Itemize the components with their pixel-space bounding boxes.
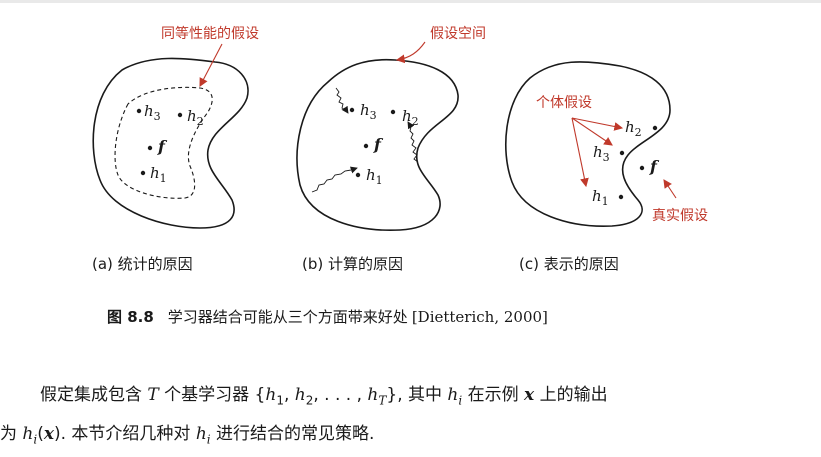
panel-b-label-h3: h3 — [360, 101, 377, 122]
body-line-2: 为 hi(x). 本节介绍几种对 hi 进行结合的常见策略. — [0, 417, 821, 456]
panel-c-label-h1: h1 — [592, 187, 609, 208]
figure-caption: 图 8.8 学习器结合可能从三个方面带来好处 [Dietterich, 2000] — [107, 306, 548, 327]
panel-c-point-f — [639, 165, 645, 171]
panel-b-annotation-arrow — [395, 41, 426, 64]
panel-b-point-h3 — [349, 107, 355, 113]
panel-c-label-h3: h3 — [593, 143, 610, 164]
panel-c-hypothesis-space — [504, 61, 671, 227]
math-symbol: h — [195, 424, 207, 445]
figure-citation: [Dietterich, 2000] — [411, 308, 548, 326]
panel-a-label-h1: h1 — [150, 164, 167, 185]
panel-c-annotation-true: 真实假设 — [652, 208, 708, 224]
panel-a: 同等性能的假设 h3 h2 f h1 (a) 统计的原因 — [92, 25, 259, 273]
panel-b-label-h2: h2 — [402, 107, 419, 128]
panel-b-search-path-h1 — [311, 166, 358, 193]
text-segment: , . . . , — [313, 385, 368, 405]
panel-a-annotation-arrow — [199, 43, 223, 87]
panel-a-label-h3: h3 — [144, 102, 161, 123]
math-symbol: h — [265, 385, 277, 405]
text-segment: , — [283, 385, 295, 405]
panel-c-point-h1 — [618, 194, 624, 200]
figure-caption-text: 学习器结合可能从三个方面带来好处 — [167, 308, 408, 326]
panel-c-arrow-true — [663, 179, 677, 199]
panel-a-hypothesis-space — [92, 57, 249, 229]
panel-b: 假设空间 h3 h2 f h1 (b) 计算的原因 — [296, 26, 486, 273]
panel-a-subcaption: (a) 统计的原因 — [92, 255, 193, 273]
panel-b-search-path-h3 — [335, 87, 349, 114]
panel-a-point-h2 — [177, 112, 183, 118]
math-symbol: x — [43, 424, 54, 445]
text-segment: 在示例 — [462, 385, 525, 405]
panel-c-label-f: f — [649, 157, 660, 176]
panel-c-point-h2 — [652, 125, 658, 131]
text-segment: 1 — [276, 393, 284, 408]
panel-c-point-h3 — [619, 150, 625, 156]
panel-c-label-h2: h2 — [625, 118, 642, 139]
panel-c: 个体假设 真实假设 h2 h3 f h1 (c) 表示的原因 — [504, 61, 708, 273]
panel-a-label-f: f — [157, 137, 168, 156]
panel-c-arrow-h1 — [571, 117, 589, 188]
math-symbol: h — [294, 385, 306, 405]
panel-b-label-h1: h1 — [366, 166, 383, 187]
panel-b-annotation: 假设空间 — [430, 26, 486, 42]
math-symbol: h — [367, 385, 379, 405]
math-symbol: h — [22, 424, 34, 445]
panel-b-point-h2 — [390, 109, 396, 115]
text-segment: ). 本节介绍几种对 — [53, 424, 196, 445]
panel-a-point-h3 — [136, 108, 142, 114]
panel-a-point-f — [147, 145, 153, 151]
body-line-1: 假定集成包含 T 个基学习器 {h1, h2, . . . , hT}, 其中 … — [0, 378, 821, 417]
panel-b-subcaption: (b) 计算的原因 — [302, 255, 403, 273]
figure-number: 图 8.8 — [107, 308, 154, 326]
panel-b-label-f: f — [373, 135, 384, 154]
panel-a-annotation: 同等性能的假设 — [161, 25, 259, 42]
text-segment: 假定集成包含 — [40, 385, 148, 405]
math-symbol: x — [524, 385, 535, 405]
text-segment: 上的输出 — [534, 385, 608, 405]
panel-a-point-h1 — [140, 170, 146, 176]
panel-a-label-h2: h2 — [187, 107, 204, 128]
ensemble-figure: 同等性能的假设 h3 h2 f h1 (a) 统计的原因 假设空间 h3 h2 … — [92, 25, 708, 273]
text-segment: }, 其中 — [386, 385, 448, 405]
panel-b-point-f — [363, 143, 369, 149]
panel-b-search-path-h2 — [407, 121, 419, 163]
text-segment: ( — [37, 424, 44, 445]
text-segment: 为 — [0, 424, 23, 445]
body-paragraph: 假定集成包含 T 个基学习器 {h1, h2, . . . , hT}, 其中 … — [0, 378, 821, 457]
text-segment: 进行结合的常见策略. — [210, 424, 375, 445]
panel-b-point-h1 — [355, 172, 361, 178]
math-symbol: T — [147, 385, 159, 405]
math-symbol: h — [447, 385, 459, 405]
panel-c-annotation-individual: 个体假设 — [536, 95, 592, 111]
text-segment: 个基学习器 { — [158, 385, 266, 405]
panel-c-subcaption: (c) 表示的原因 — [519, 255, 619, 273]
